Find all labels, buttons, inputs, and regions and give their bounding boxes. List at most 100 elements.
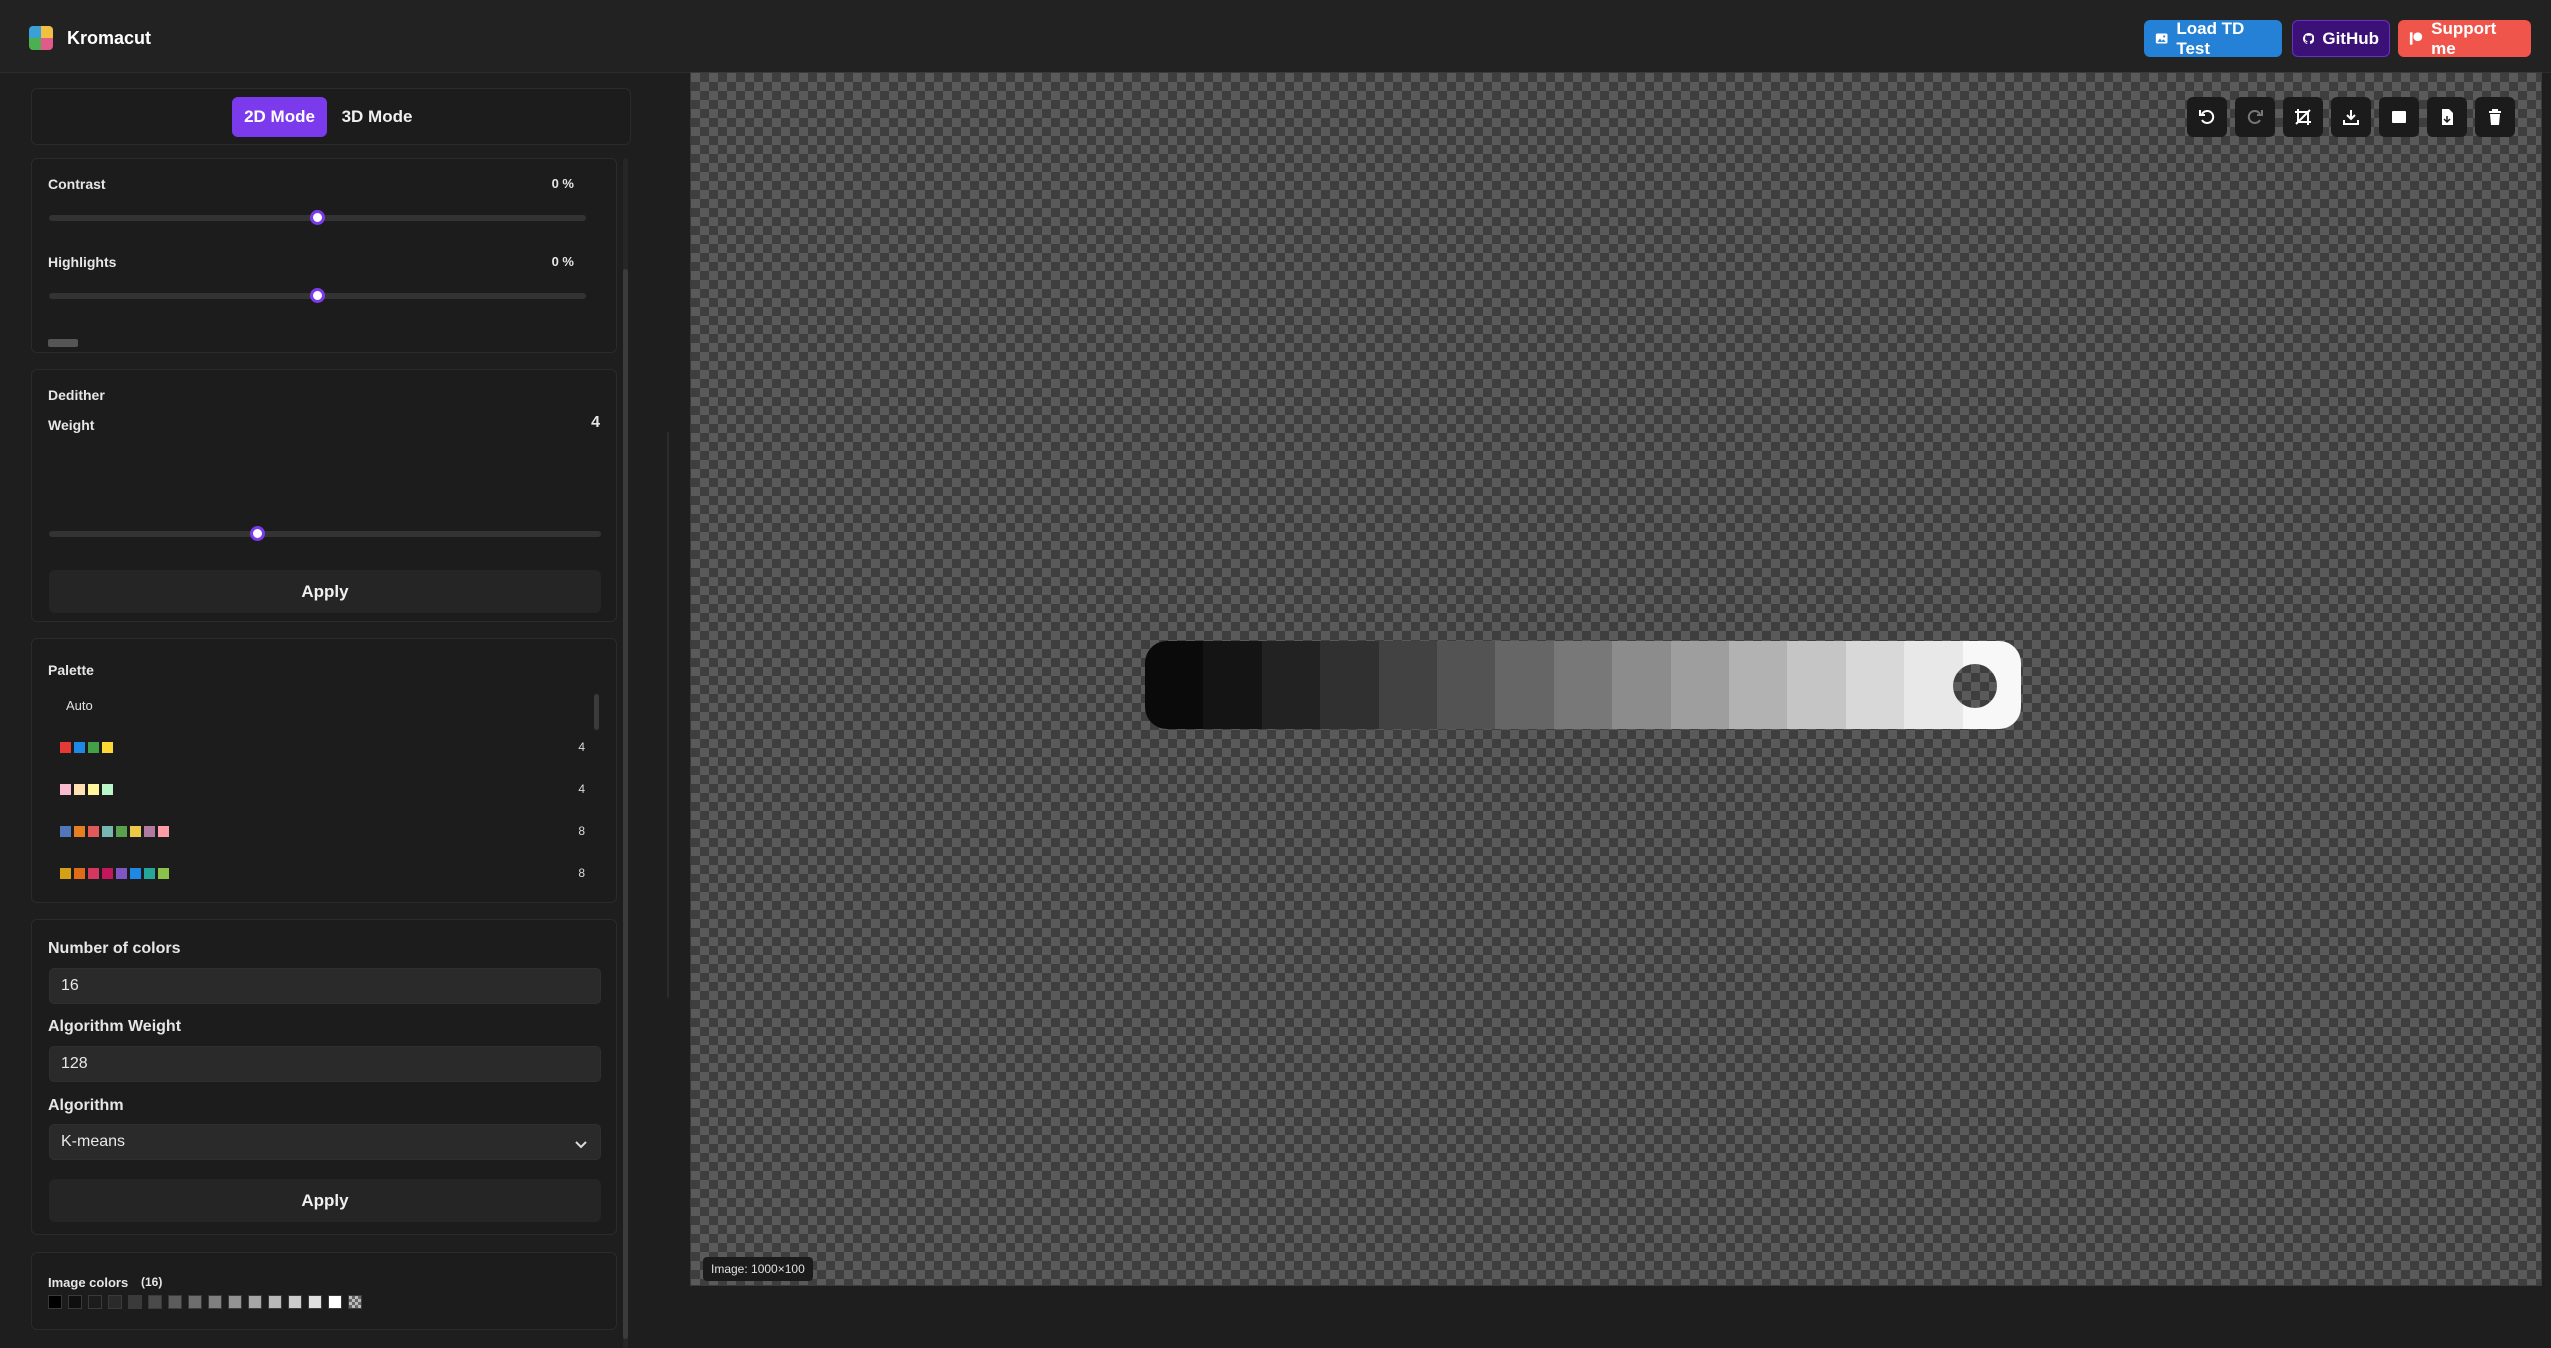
palette-option[interactable]: 4	[49, 727, 607, 767]
number-of-colors-input[interactable]: 16	[49, 968, 601, 1004]
gradient-step	[1320, 641, 1379, 729]
palette-panel: Palette Auto 4 4 8 8	[31, 638, 617, 903]
github-button[interactable]: GitHub	[2292, 20, 2390, 57]
app-header: Kromacut Load TD Test GitHub Support me	[0, 0, 2551, 73]
palette-option-auto[interactable]: Auto	[49, 685, 607, 725]
gradient-step	[1670, 641, 1730, 729]
algorithm-select[interactable]: K-means	[49, 1124, 601, 1160]
palette-option[interactable]: 8	[49, 811, 607, 851]
palette-option[interactable]: 8	[49, 853, 607, 893]
palette-scrollbar[interactable]	[594, 694, 599, 730]
dedither-weight-label: Weight	[48, 417, 95, 433]
dedither-weight-value: 4	[591, 414, 600, 431]
palette-swatch	[60, 867, 71, 879]
gradient-step	[1729, 641, 1788, 729]
image-colors-panel: Image colors (16)	[31, 1252, 617, 1330]
dedither-weight-slider-track[interactable]	[49, 531, 601, 537]
dedither-apply-button[interactable]: Apply	[49, 570, 601, 613]
palette-count: 4	[578, 740, 585, 754]
image-color-swatch[interactable]	[148, 1295, 162, 1309]
clear-button[interactable]	[2475, 97, 2515, 137]
palette-swatch	[60, 741, 71, 753]
quantize-apply-button[interactable]: Apply	[49, 1179, 601, 1222]
palette-swatch	[130, 867, 141, 879]
app-title: Kromacut	[67, 28, 152, 48]
image-color-swatch[interactable]	[348, 1295, 362, 1309]
gradient-step	[1553, 641, 1613, 729]
image-color-swatch[interactable]	[228, 1295, 242, 1309]
image-hole	[1953, 664, 1997, 708]
palette-swatch	[116, 867, 127, 879]
palette-count: 4	[578, 782, 585, 796]
gradient-step	[1437, 641, 1496, 729]
palette-swatch	[74, 825, 85, 837]
image-color-swatch[interactable]	[188, 1295, 202, 1309]
square-icon	[2392, 111, 2406, 123]
image-canvas[interactable]: Image: 1000×100	[690, 72, 2542, 1286]
palette-title: Palette	[48, 662, 94, 678]
download-icon	[2343, 110, 2359, 125]
palette-option[interactable]: 4	[49, 769, 607, 809]
image-color-swatch[interactable]	[328, 1295, 342, 1309]
dedither-weight-slider-thumb[interactable]	[250, 526, 265, 541]
palette-swatch	[88, 741, 99, 753]
redo-button[interactable]	[2235, 97, 2275, 137]
palette-swatch	[60, 783, 71, 795]
download-button[interactable]	[2331, 97, 2371, 137]
image-color-swatch[interactable]	[268, 1295, 282, 1309]
image-color-swatch[interactable]	[248, 1295, 262, 1309]
sidebar: 2D Mode 3D Mode Contrast 0 % Highlights …	[0, 74, 669, 1348]
crop-icon	[2295, 109, 2311, 125]
algorithm-select-value: K-means	[61, 1133, 126, 1150]
app-logo-icon	[29, 26, 53, 50]
support-me-label: Support me	[2431, 18, 2497, 58]
algorithm-weight-input[interactable]: 128	[49, 1046, 601, 1082]
mode-3d-button[interactable]: 3D Mode	[332, 97, 422, 137]
palette-swatch	[144, 867, 155, 879]
palette-swatch	[60, 825, 71, 837]
crop-button[interactable]	[2283, 97, 2323, 137]
shadows-label-clipped	[48, 339, 78, 347]
palette-count: 8	[578, 824, 585, 838]
export-file-button[interactable]	[2427, 97, 2467, 137]
image-color-swatch[interactable]	[128, 1295, 142, 1309]
palette-swatch	[102, 825, 113, 837]
gradient-step	[1261, 641, 1321, 729]
sidebar-scrollbar-thumb[interactable]	[623, 269, 628, 1339]
image-color-swatch[interactable]	[68, 1295, 82, 1309]
undo-icon	[2199, 110, 2215, 124]
algorithm-label: Algorithm	[48, 1097, 124, 1114]
palette-swatch	[102, 867, 113, 879]
contrast-slider-thumb[interactable]	[310, 210, 325, 225]
mode-2d-button[interactable]: 2D Mode	[232, 97, 327, 137]
support-me-button[interactable]: Support me	[2398, 18, 2531, 58]
palette-swatch	[74, 783, 85, 795]
palette-swatch	[88, 825, 99, 837]
highlights-label: Highlights	[48, 254, 117, 270]
gradient-step	[1845, 641, 1905, 729]
contrast-label: Contrast	[48, 176, 106, 192]
preview-button[interactable]	[2379, 97, 2419, 137]
gradient-step	[1495, 641, 1554, 729]
image-size-badge: Image: 1000×100	[703, 1257, 813, 1281]
undo-button[interactable]	[2187, 97, 2227, 137]
panel-resize-handle[interactable]	[667, 432, 669, 998]
highlights-slider-thumb[interactable]	[310, 288, 325, 303]
palette-swatch	[130, 825, 141, 837]
load-td-test-button[interactable]: Load TD Test	[2144, 18, 2282, 58]
image-color-swatch[interactable]	[308, 1295, 322, 1309]
image-color-swatch[interactable]	[208, 1295, 222, 1309]
adjustments-panel: Contrast 0 % Highlights 0 %	[31, 158, 617, 353]
image-color-swatch[interactable]	[88, 1295, 102, 1309]
gradient-step	[1203, 641, 1262, 729]
gradient-step	[1612, 641, 1671, 729]
image-color-swatch[interactable]	[108, 1295, 122, 1309]
gradient-step	[1145, 641, 1204, 729]
palette-swatch	[116, 825, 127, 837]
load-td-test-label: Load TD Test	[2176, 18, 2245, 58]
image-color-swatch[interactable]	[288, 1295, 302, 1309]
image-color-swatch[interactable]	[48, 1295, 62, 1309]
palette-swatch	[74, 867, 85, 879]
mode-toggle: 2D Mode 3D Mode	[31, 88, 631, 145]
image-color-swatch[interactable]	[168, 1295, 182, 1309]
